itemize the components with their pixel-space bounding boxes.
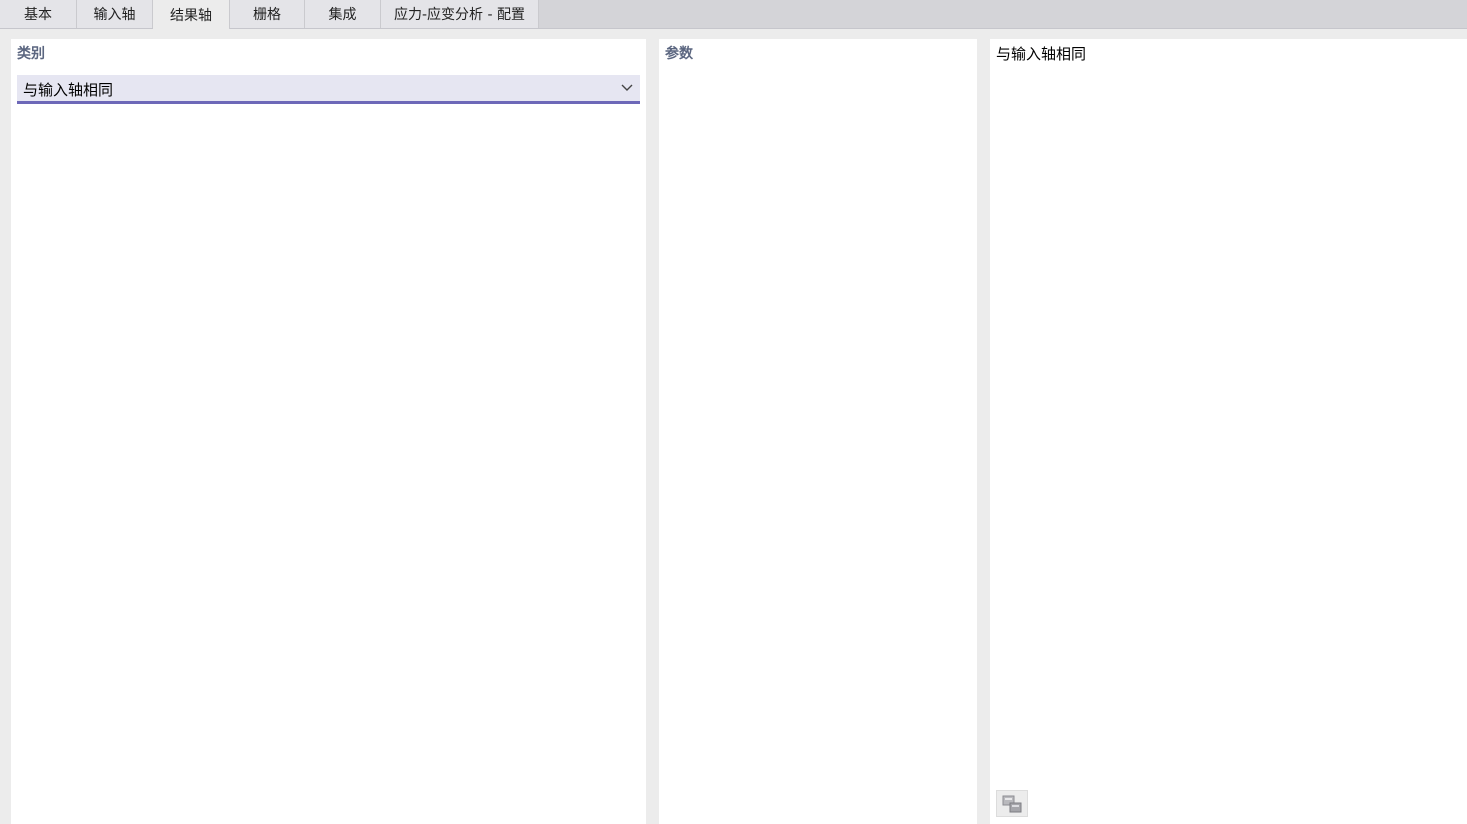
tab-label: 结果轴 <box>170 7 212 24</box>
category-select[interactable]: 与输入轴相同 <box>17 75 640 104</box>
data-view-icon[interactable] <box>996 790 1028 817</box>
tab-integration[interactable]: 集成 <box>305 0 381 28</box>
category-title: 类别 <box>17 46 45 62</box>
category-panel: 类别 与输入轴相同 <box>11 39 646 824</box>
tab-label: 基本 <box>24 7 52 23</box>
tab-basic[interactable]: 基本 <box>0 0 77 28</box>
tab-label: 应力-应变分析 - 配置 <box>393 7 525 23</box>
tab-grid[interactable]: 栅格 <box>230 0 305 28</box>
parameters-title: 参数 <box>665 46 693 62</box>
preview-panel: 与输入轴相同 <box>990 39 1467 824</box>
category-select-value: 与输入轴相同 <box>23 81 114 99</box>
tab-input-axis[interactable]: 输入轴 <box>77 0 153 28</box>
tab-label: 输入轴 <box>93 7 136 23</box>
preview-description: 与输入轴相同 <box>996 45 1087 63</box>
tab-label: 栅格 <box>253 7 281 23</box>
tab-bar: 基本 输入轴 结果轴 栅格 集成 应力-应变分析 - 配置 <box>0 0 1467 29</box>
tab-label: 集成 <box>328 7 357 23</box>
tab-result-axis[interactable]: 结果轴 <box>153 0 230 29</box>
chevron-down-icon[interactable] <box>620 81 634 95</box>
parameters-panel: 参数 <box>659 39 977 824</box>
tab-stress-strain-config[interactable]: 应力-应变分析 - 配置 <box>381 0 539 28</box>
